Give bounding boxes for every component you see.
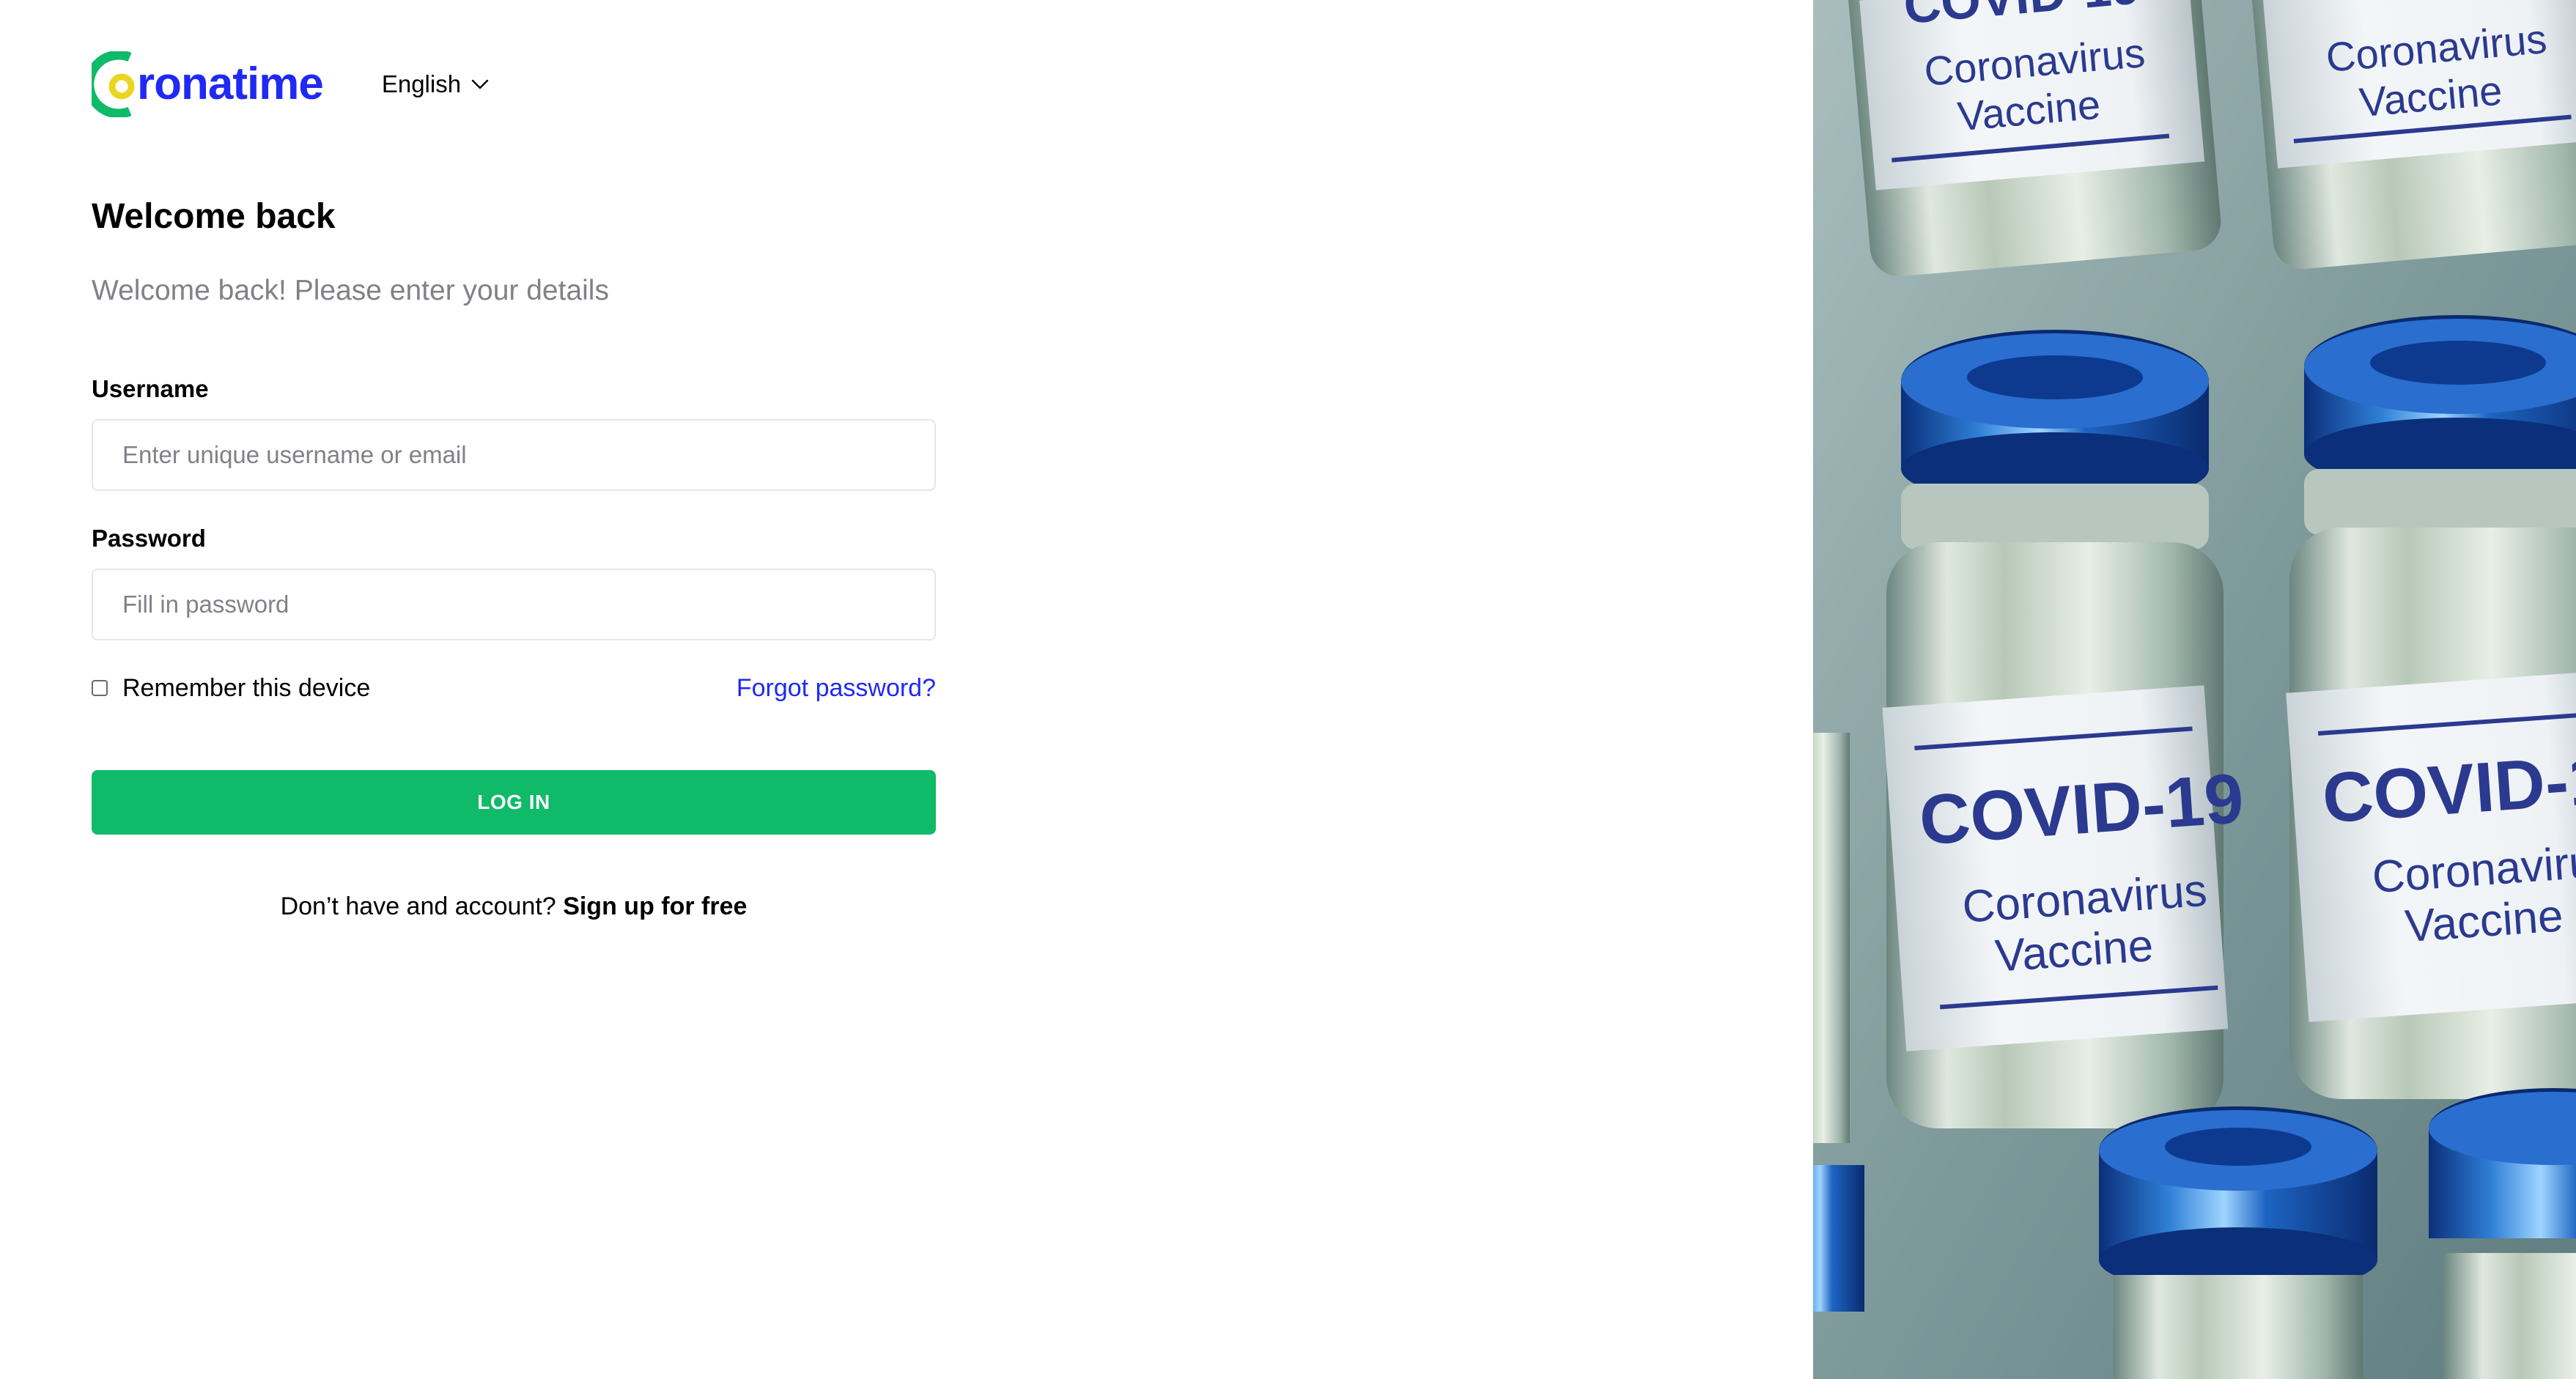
logo-c-icon <box>92 51 135 117</box>
remember-device: Remember this device <box>92 674 370 703</box>
login-panel: ronatime English Welcome back Welcome ba… <box>0 0 1813 1379</box>
password-label: Password <box>92 525 206 552</box>
login-page: ronatime English Welcome back Welcome ba… <box>0 0 2576 1379</box>
vial-cap-4 <box>2429 1088 2576 1379</box>
login-button[interactable]: LOG IN <box>92 770 936 835</box>
page-subtitle: Welcome back! Please enter your details <box>92 275 609 306</box>
chevron-down-icon <box>471 79 489 89</box>
vial-cap-1 <box>1901 330 2209 506</box>
login-options-row: Remember this device Forgot password? <box>92 668 936 708</box>
language-select[interactable]: English <box>382 70 489 98</box>
vial-cap-2 <box>2304 315 2576 491</box>
remember-checkbox[interactable] <box>92 680 108 696</box>
username-input[interactable] <box>92 419 936 491</box>
brand-logo[interactable]: ronatime <box>92 51 324 117</box>
forgot-password-link[interactable]: Forgot password? <box>737 674 936 703</box>
logo-text: ronatime <box>137 59 324 109</box>
vaccine-vials-image: COVID-19 Coronavirus Vaccine Coronavirus… <box>1813 0 2576 1379</box>
vial-cap-3 <box>2099 1106 2377 1379</box>
password-input[interactable] <box>92 569 936 640</box>
vaccine-image-illustration: COVID-19 Coronavirus Vaccine Coronavirus… <box>1813 0 2576 1379</box>
remember-label[interactable]: Remember this device <box>122 674 370 703</box>
top-bar: ronatime English <box>92 51 489 117</box>
username-label: Username <box>92 375 209 402</box>
signup-prompt: Don’t have and account? <box>280 892 556 920</box>
signup-link[interactable]: Sign up for free <box>563 892 747 920</box>
signup-row: Don’t have and account? Sign up for free <box>92 892 936 921</box>
language-select-value: English <box>381 70 462 97</box>
page-title: Welcome back <box>92 197 336 236</box>
